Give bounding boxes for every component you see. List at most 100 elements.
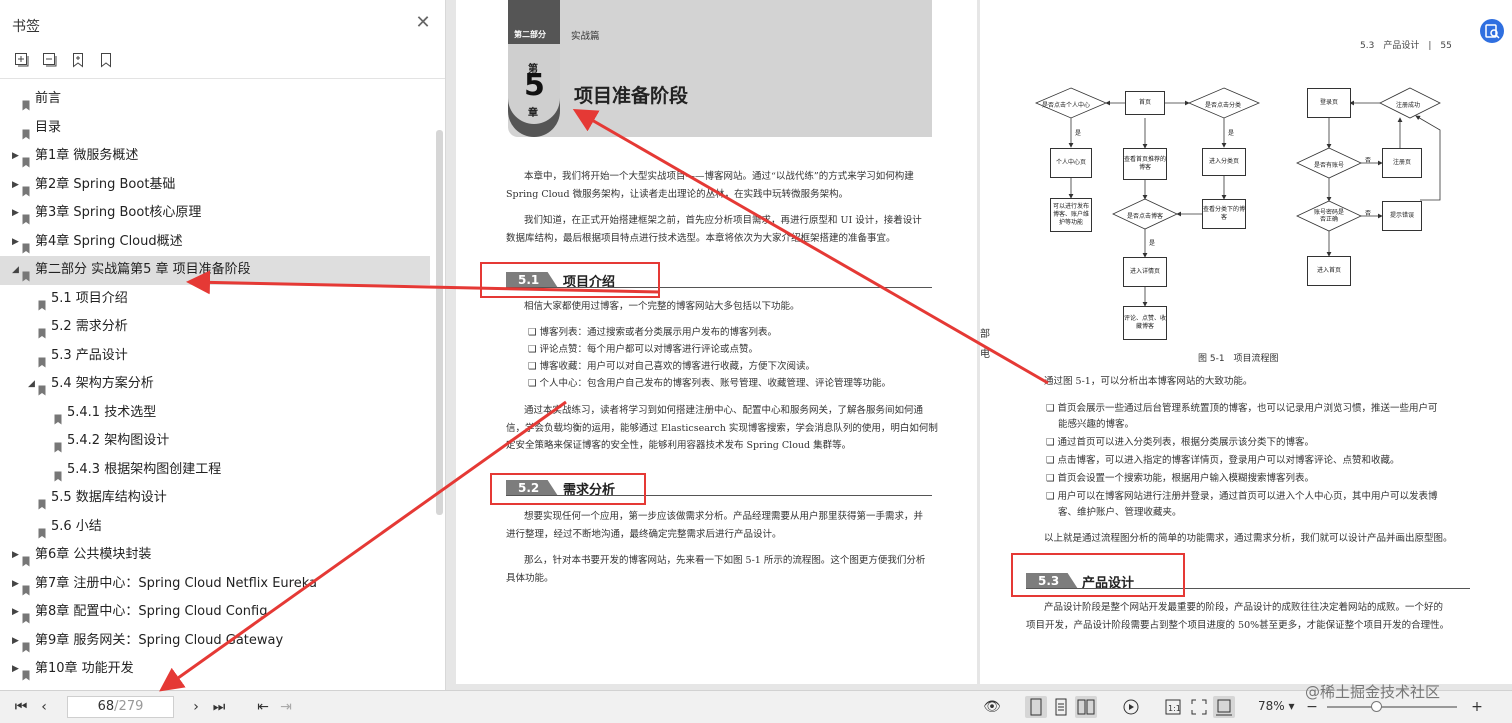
bookmark-label: 第6章 公共模块封装: [35, 547, 152, 562]
annotation-box-5-1: [480, 262, 660, 298]
bookmark-item[interactable]: 目录: [0, 114, 430, 143]
bookmark-item[interactable]: ◢ 5.4 架构方案分析: [0, 370, 430, 399]
next-page-icon[interactable]: ›: [188, 698, 204, 716]
flow-login-ok: 注册成功: [1396, 102, 1421, 109]
rp-bullet-2: ❑ 通过首页可以进入分类列表，根据分类展示该分类下的博客。: [1046, 437, 1315, 448]
rp-bullet-1b: 能感兴趣的博客。: [1058, 419, 1135, 430]
bookmark-item[interactable]: ▶ 第1章 微服务概述: [0, 142, 430, 171]
expand-arrow-icon[interactable]: ▶: [12, 570, 19, 599]
bookmark-label: 第3章 Spring Boot核心原理: [35, 205, 202, 220]
part-label: 第二部分: [514, 30, 546, 39]
back-icon[interactable]: ⇤: [255, 698, 271, 716]
last-page-icon[interactable]: ⏭: [210, 698, 228, 716]
prev-page-icon[interactable]: ‹: [36, 698, 52, 716]
bookmark-icon: [22, 94, 30, 111]
bookmark-item[interactable]: ▶ 第8章 配置中心：Spring Cloud Config: [0, 598, 430, 627]
actual-size-icon[interactable]: 1:1: [1162, 696, 1184, 718]
bookmark-item[interactable]: 5.4.1 技术选型: [0, 399, 430, 428]
collapse-arrow-icon[interactable]: ◢: [12, 256, 19, 285]
bookmark-item[interactable]: ▶ 第4章 Spring Cloud概述: [0, 228, 430, 257]
expand-all-icon[interactable]: [14, 52, 30, 68]
document-view[interactable]: 第二部分 实战篇 第 5 章 项目准备阶段 本章中，我们将开始一个大型实战项目—…: [446, 0, 1512, 690]
fit-page-icon[interactable]: [1188, 696, 1210, 718]
sidebar-scrollbar[interactable]: [436, 130, 443, 515]
expand-arrow-icon[interactable]: ▶: [12, 228, 19, 257]
collapse-all-icon[interactable]: [42, 52, 58, 68]
expand-arrow-icon[interactable]: ▶: [12, 598, 19, 627]
bookmark-icon: [54, 436, 62, 453]
bookmark-item[interactable]: 5.2 需求分析: [0, 313, 430, 342]
zoom-dropdown[interactable]: 78% ▾: [1258, 699, 1295, 713]
annotation-box-5-3: [1011, 553, 1185, 597]
zoom-in-icon[interactable]: +: [1470, 698, 1484, 716]
bookmark-item[interactable]: 5.6 小结: [0, 513, 430, 542]
bookmark-item[interactable]: ◢ 第二部分 实战篇第5 章 项目准备阶段: [0, 256, 430, 285]
rp-bullet-3: ❑ 点击博客，可以进入指定的博客详情页，登录用户可以对博客评论、点赞和收藏。: [1046, 455, 1400, 466]
close-icon[interactable]: ✕: [414, 14, 432, 32]
flow-personal-detail: 可以进行发布博客、账户维护等功能: [1050, 198, 1092, 232]
bookmark-item[interactable]: ▶ 第7章 注册中心：Spring Cloud Netflix Eureka: [0, 570, 430, 599]
s2-p1b: 进行整理，经过不断地沟通，最终确定完整需求后进行产品设计。: [506, 529, 782, 540]
intro-p1b: Spring Cloud 微服务架构，让读者走出理论的丛林，在实践中玩转微服务架…: [506, 189, 849, 200]
chapter-band: [508, 0, 932, 137]
flow-has-account: 是否有账号: [1314, 162, 1345, 169]
flow-yes: 是: [1075, 130, 1082, 137]
single-page-icon[interactable]: [1025, 696, 1047, 718]
bookmark-label: 第9章 服务网关：Spring Cloud Gateway: [35, 632, 284, 648]
s3-pb: 项目开发，产品设计阶段需要占到整个项目进度的 50%甚至更多，才能保证整个项目开…: [1026, 620, 1450, 631]
rp-bullet-5b: 客、维护账户、管理收藏夹。: [1058, 507, 1182, 518]
s1-p2c: 定安全策略来保证博客的安全性，能够利用容器技术发布 Spring Cloud 集…: [506, 440, 852, 451]
bookmark-item[interactable]: 5.1 项目介绍: [0, 285, 430, 314]
s2-p2a: 那么，针对本书要开发的博客网站，先来看一下如图 5-1 所示的流程图。这个图更方…: [524, 555, 926, 566]
bookmark-icon: [22, 265, 30, 282]
continuous-page-icon[interactable]: [1050, 696, 1072, 718]
flow-no: 否: [1365, 157, 1372, 164]
bookmark-icon: [54, 408, 62, 424]
bookmark-item[interactable]: ▶ 第6章 公共模块封装: [0, 541, 430, 570]
bookmark-label: 5.4 架构方案分析: [51, 376, 154, 391]
expand-arrow-icon[interactable]: ▶: [12, 655, 19, 684]
bookmark-item[interactable]: 5.4.2 架构图设计: [0, 427, 430, 456]
bookmark-label: 5.5 数据库结构设计: [51, 490, 167, 505]
flow-comment: 评论、点赞、收藏博客: [1123, 306, 1167, 340]
search-float-button[interactable]: [1480, 19, 1504, 43]
bookmark-item[interactable]: ▶ 第9章 服务网关：Spring Cloud Gateway: [0, 627, 430, 656]
expand-arrow-icon[interactable]: ▶: [12, 142, 19, 171]
intro-p2a: 我们知道，在正式开始搭建框架之前，首先应分析项目需求，再进行原型和 UI 设计，…: [524, 215, 922, 226]
collapse-arrow-icon[interactable]: ◢: [28, 370, 35, 399]
expand-arrow-icon[interactable]: ▶: [12, 627, 19, 656]
s2-p1a: 想要实现任何一个应用，第一步应该做需求分析。产品经理需要从用户那里获得第一手需求…: [524, 511, 924, 522]
bookmark-item[interactable]: 5.4.3 根据架构图创建工程: [0, 456, 430, 485]
chapter-bottom: 章: [528, 108, 538, 119]
bookmark-label: 第1章 微服务概述: [35, 148, 139, 163]
bookmark-item[interactable]: 前言: [0, 85, 430, 114]
page-number-input[interactable]: 68/279: [67, 696, 174, 718]
bookmark-icon[interactable]: [98, 52, 114, 68]
bookmark-icon: [22, 579, 30, 595]
add-bookmark-icon[interactable]: [70, 52, 86, 68]
bookmark-label: 5.4.1 技术选型: [67, 404, 157, 420]
play-icon[interactable]: [1120, 696, 1142, 718]
expand-arrow-icon[interactable]: ▶: [12, 199, 19, 228]
zoom-slider-handle[interactable]: [1371, 701, 1383, 712]
first-page-icon[interactable]: ⏮: [12, 698, 30, 716]
flow-no: 否: [1365, 210, 1372, 217]
expand-arrow-icon[interactable]: ▶: [12, 171, 19, 200]
forward-icon[interactable]: ⇥: [278, 698, 294, 716]
rp-paragraph-2: 以上就是通过流程图分析的简单的功能需求，通过需求分析，我们就可以设计产品并画出原…: [1044, 533, 1453, 544]
intro-p2b: 数据库结构，最后根据项目特点进行技术选型。本章将依次为大家介绍框架搭建的准备事宜…: [506, 233, 896, 244]
bookmark-toolbar: [14, 52, 114, 70]
bookmark-item[interactable]: 5.3 产品设计: [0, 342, 430, 371]
bookmark-item[interactable]: 5.5 数据库结构设计: [0, 484, 430, 513]
two-page-icon[interactable]: [1075, 696, 1097, 718]
expand-arrow-icon[interactable]: ▶: [12, 541, 19, 570]
bookmark-item[interactable]: ▶ 第10章 功能开发: [0, 655, 430, 684]
s2-p2b: 具体功能。: [506, 573, 554, 584]
zoom-slider[interactable]: [1327, 706, 1457, 708]
bookmark-panel: 书签 ✕ 前言 目录 ▶ 第1章 微服务概述 ▶ 第2章 Spring Boot基础 ▶ 第3…: [0, 0, 446, 690]
rp-bullet-1: ❑ 首页会展示一些通过后台管理系统置顶的博客，也可以记录用户浏览习惯，推送一些用…: [1046, 403, 1438, 414]
bookmark-item[interactable]: ▶ 第3章 Spring Boot核心原理: [0, 199, 430, 228]
eye-icon[interactable]: 👁: [982, 698, 1002, 716]
bookmark-item[interactable]: ▶ 第2章 Spring Boot基础: [0, 171, 430, 200]
fit-width-icon[interactable]: [1213, 696, 1235, 718]
